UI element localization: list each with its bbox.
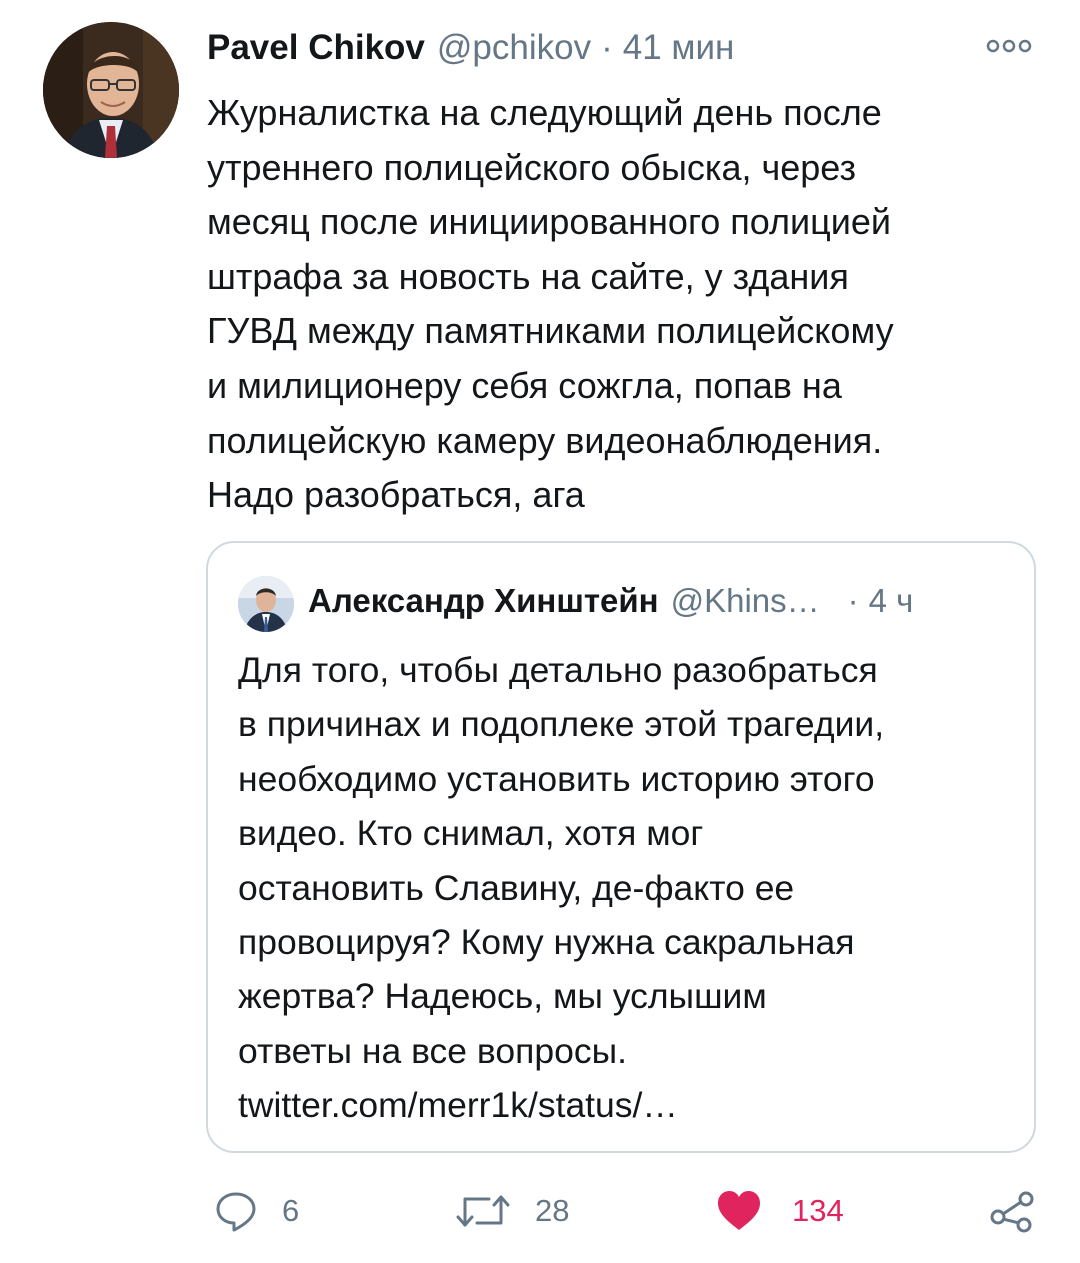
reply-icon [214, 1189, 258, 1233]
retweet-count: 28 [535, 1193, 570, 1228]
share-button[interactable] [988, 1186, 1036, 1236]
tweet-timestamp[interactable]: 41 мин [623, 26, 735, 70]
quoted-tweet-header: Александр Хинштейн @Khins… · 4 ч [308, 579, 913, 623]
quoted-author-handle[interactable]: @Khins… [671, 579, 820, 623]
quoted-tweet-text: Для того, чтобы детально разобраться в п… [238, 650, 885, 1126]
reply-count: 6 [282, 1193, 300, 1228]
like-button[interactable]: 134 [716, 1186, 844, 1236]
like-count: 134 [792, 1193, 844, 1228]
retweet-icon [455, 1189, 511, 1233]
quoted-tweet-timestamp[interactable]: 4 ч [869, 579, 914, 623]
quoted-author-name[interactable]: Александр Хинштейн [308, 579, 659, 623]
quoted-tweet-card[interactable]: Александр Хинштейн @Khins… · 4 ч Для тог… [206, 541, 1036, 1153]
author-handle[interactable]: @pchikov [437, 26, 591, 70]
share-icon [988, 1187, 1036, 1235]
separator-dot: · [601, 28, 613, 67]
reply-button[interactable]: 6 [214, 1186, 299, 1236]
author-name[interactable]: Pavel Chikov [207, 26, 425, 70]
tweet-header: Pavel Chikov @pchikov · 41 мин [207, 26, 734, 70]
tweet-text: Журналистка на следующий день после утре… [207, 92, 894, 516]
heart-icon [716, 1189, 762, 1233]
separator-dot: · [847, 582, 859, 619]
more-options-icon[interactable] [985, 36, 1033, 56]
retweet-button[interactable]: 28 [455, 1186, 569, 1236]
quoted-author-avatar[interactable] [238, 576, 294, 632]
author-avatar[interactable] [43, 22, 179, 158]
